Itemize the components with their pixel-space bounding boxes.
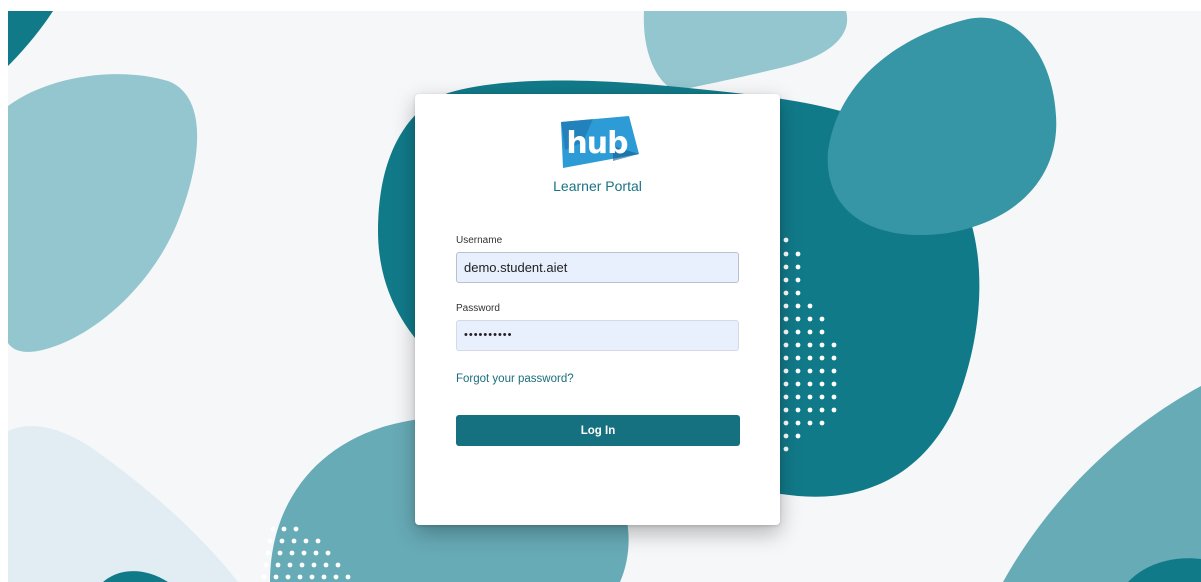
username-label: Username <box>456 235 503 246</box>
username-input[interactable] <box>456 252 739 283</box>
bg-blob-top-center <box>643 11 848 91</box>
login-card: hub Learner Portal Username Password •••… <box>415 94 780 525</box>
password-label: Password <box>456 303 500 314</box>
forgot-password-link[interactable]: Forgot your password? <box>456 373 574 385</box>
login-screen: hub Learner Portal Username Password •••… <box>8 11 1201 582</box>
bg-blob-right <box>827 17 1057 236</box>
hub-logo: hub <box>561 116 639 168</box>
bg-blob-bottomleft-pale <box>8 425 238 582</box>
svg-text:hub: hub <box>566 126 628 161</box>
bg-blob-bottomright <box>1003 386 1201 582</box>
bg-blob-topleft <box>8 11 53 66</box>
password-input[interactable]: •••••••••• <box>456 320 739 351</box>
portal-title: Learner Portal <box>553 178 642 194</box>
login-button[interactable]: Log In <box>456 415 740 446</box>
bg-blob-left <box>8 74 198 352</box>
